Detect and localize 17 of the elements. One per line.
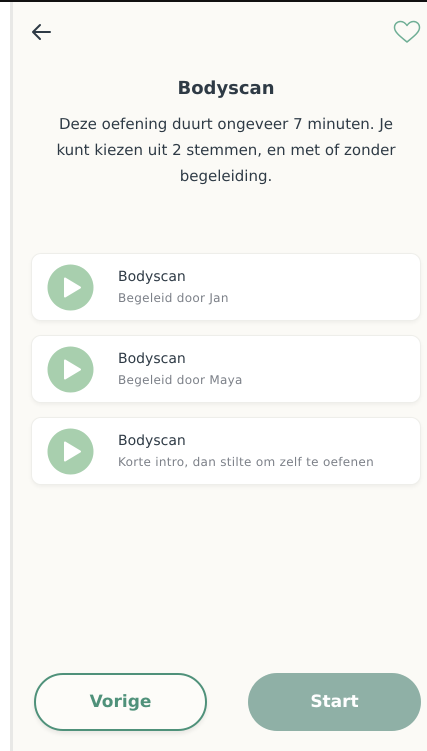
back-arrow-icon[interactable]	[31, 23, 51, 41]
option-subtitle: Begeleid door Jan	[118, 291, 229, 305]
audio-option-card[interactable]: Bodyscan Korte intro, dan stilte om zelf te oefenen	[31, 417, 421, 485]
audio-option-card[interactable]: Bodyscan Begeleid door Maya	[31, 335, 421, 403]
play-icon[interactable]	[47, 428, 94, 474]
option-title: Bodyscan	[118, 433, 187, 449]
option-title: Bodyscan	[118, 269, 187, 285]
play-icon[interactable]	[47, 346, 94, 392]
description-text: Deze oefening duurt ongeveer 7 minuten. Je kunt kiezen uit 2 stemmen, en met of zonder begeleiding.	[55, 114, 397, 187]
back-button[interactable]: Vorige	[34, 673, 207, 731]
play-icon[interactable]	[47, 264, 94, 310]
option-subtitle: Korte intro, dan stilte om zelf te oefenen	[118, 455, 374, 469]
audio-option-card[interactable]: Bodyscan Begeleid door Jan	[31, 253, 421, 321]
option-subtitle: Begeleid door Maya	[118, 373, 243, 387]
heart-icon[interactable]	[393, 20, 421, 44]
option-title: Bodyscan	[118, 351, 187, 367]
page-title: Bodyscan	[176, 78, 276, 99]
